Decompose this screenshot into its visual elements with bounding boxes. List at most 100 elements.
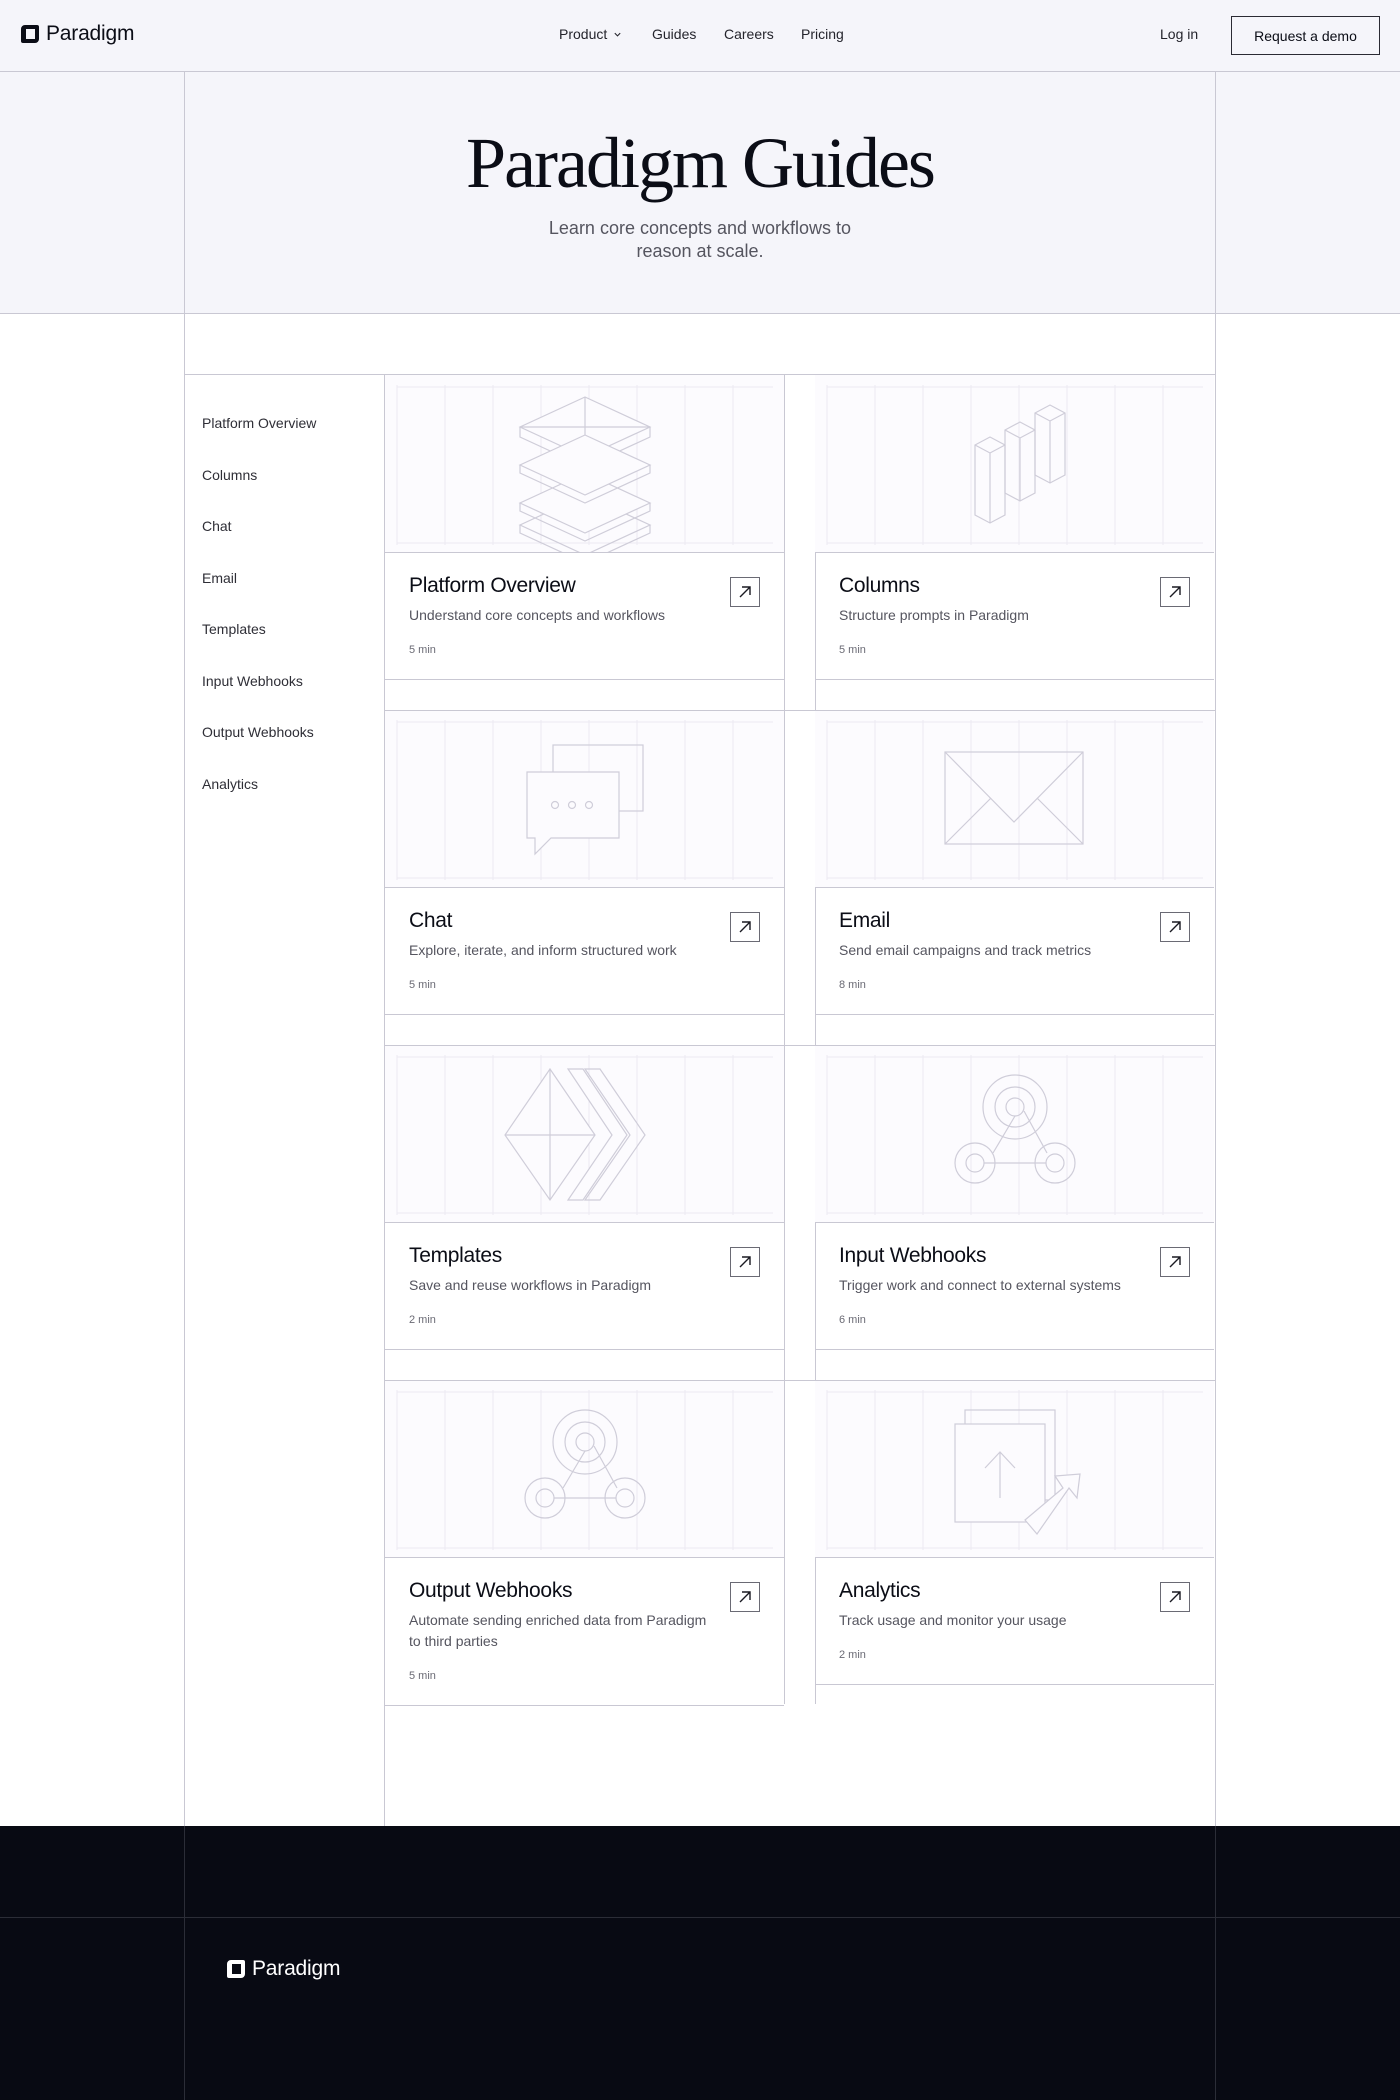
- card-read-time: 6 min: [839, 1314, 866, 1326]
- footer-logo[interactable]: Paradigm: [226, 1957, 340, 1981]
- card-divider: [385, 1557, 784, 1558]
- card-illustration: [385, 1045, 784, 1222]
- sidebar-item-analytics[interactable]: Analytics: [202, 776, 258, 792]
- guide-card[interactable]: Platform Overview Understand core concep…: [385, 375, 784, 680]
- row-spacer-line: [385, 710, 1215, 711]
- card-border-bottom: [815, 1014, 1214, 1015]
- card-description: Save and reuse workflows in Paradigm: [409, 1277, 652, 1293]
- card-illustration: [815, 1380, 1214, 1557]
- arrow-up-right-icon: [1169, 1591, 1181, 1603]
- card-divider: [815, 552, 1214, 553]
- card-divider: [815, 1222, 1214, 1223]
- guide-card[interactable]: Chat Explore, iterate, and inform struct…: [385, 710, 784, 1015]
- sidebar-item-output-webhooks[interactable]: Output Webhooks: [202, 724, 314, 740]
- open-guide-button[interactable]: [1160, 577, 1190, 607]
- sidebar-item-input-webhooks[interactable]: Input Webhooks: [202, 673, 303, 689]
- frame-line-right: [1215, 72, 1216, 1826]
- nav-product-menu[interactable]: Product: [559, 26, 622, 42]
- webhook-icon: [396, 1390, 773, 1550]
- card-title: Input Webhooks: [839, 1244, 987, 1267]
- card-description: Understand core concepts and workflows: [409, 607, 666, 623]
- card-divider: [385, 1222, 784, 1223]
- page-title: Paradigm Guides: [466, 123, 936, 203]
- open-guide-button[interactable]: [730, 912, 760, 942]
- card-illustration: [385, 375, 784, 552]
- guide-card[interactable]: Templates Save and reuse workflows in Pa…: [385, 1045, 784, 1350]
- card-illustration: [385, 710, 784, 887]
- upload-share-icon: [826, 1390, 1203, 1550]
- card-divider: [815, 1557, 1214, 1558]
- card-title: Email: [839, 909, 891, 932]
- card-title: Platform Overview: [409, 574, 576, 597]
- card-read-time: 2 min: [839, 1649, 866, 1661]
- card-illustration: [815, 710, 1214, 887]
- nav-product-label: Product: [559, 26, 608, 42]
- card-read-time: 5 min: [839, 644, 866, 656]
- login-link[interactable]: Log in: [1160, 26, 1198, 42]
- card-title: Templates: [409, 1244, 503, 1267]
- page-subtitle: Learn core concepts and workflows to rea…: [548, 218, 852, 261]
- card-title: Output Webhooks: [409, 1579, 573, 1602]
- open-guide-button[interactable]: [730, 1247, 760, 1277]
- card-divider: [385, 552, 784, 553]
- sidebar-item-platform-overview[interactable]: Platform Overview: [202, 415, 316, 431]
- hero-section: Paradigm Guides Learn core concepts and …: [0, 72, 1400, 314]
- open-guide-button[interactable]: [1160, 1247, 1190, 1277]
- chevron-down-icon: [614, 32, 621, 37]
- card-description: Structure prompts in Paradigm: [839, 607, 1029, 623]
- webhook-icon: [826, 1055, 1203, 1215]
- card-read-time: 5 min: [409, 644, 436, 656]
- card-border-bottom: [815, 679, 1214, 680]
- card-border-bottom: [385, 1014, 784, 1015]
- paradigm-logo-icon: [21, 25, 39, 43]
- row-spacer-line: [385, 1380, 1215, 1381]
- sidebar-item-templates[interactable]: Templates: [202, 621, 266, 637]
- card-description: Send email campaigns and track metrics: [839, 942, 1092, 958]
- guide-card[interactable]: Output Webhooks Automate sending enriche…: [385, 1380, 784, 1706]
- columns-blocks-icon: [826, 385, 1203, 545]
- open-guide-button[interactable]: [1160, 1582, 1190, 1612]
- footer-divider: [0, 1917, 1400, 1918]
- guide-card[interactable]: Email Send email campaigns and track met…: [815, 710, 1214, 1015]
- template-diamonds-icon: [396, 1055, 773, 1215]
- row-spacer-line: [385, 1045, 1215, 1046]
- footer: [0, 1826, 1400, 2100]
- sidebar-item-email[interactable]: Email: [202, 570, 237, 586]
- footer-line-left: [184, 1826, 185, 2100]
- guide-card[interactable]: Analytics Track usage and monitor your u…: [815, 1380, 1214, 1685]
- frame-line-left: [184, 72, 185, 1826]
- sidebar-item-columns[interactable]: Columns: [202, 467, 257, 483]
- guide-card[interactable]: Columns Structure prompts in Paradigm 5 …: [815, 375, 1214, 680]
- stacked-layers-icon: [396, 385, 773, 552]
- card-border-bottom: [385, 679, 784, 680]
- nav-guides-link[interactable]: Guides: [652, 26, 696, 42]
- arrow-up-right-icon: [1169, 1256, 1181, 1268]
- footer-brand-name: Paradigm: [252, 1957, 341, 1980]
- card-title: Columns: [839, 574, 920, 597]
- card-title: Analytics: [839, 1579, 921, 1602]
- card-read-time: 5 min: [409, 1670, 436, 1682]
- card-description: Explore, iterate, and inform structured …: [409, 942, 677, 958]
- card-description: Automate sending enriched data from Para…: [409, 1612, 707, 1649]
- brand-logo[interactable]: Paradigm: [20, 22, 134, 46]
- card-border-bottom: [385, 1349, 784, 1350]
- card-read-time: 8 min: [839, 979, 866, 991]
- top-navigation-bar: Paradigm Product Guides Careers Pricing …: [0, 0, 1400, 72]
- nav-careers-link[interactable]: Careers: [724, 26, 774, 42]
- sidebar-item-chat[interactable]: Chat: [202, 518, 232, 534]
- open-guide-button[interactable]: [730, 1582, 760, 1612]
- card-divider: [815, 887, 1214, 888]
- guide-card[interactable]: Input Webhooks Trigger work and connect …: [815, 1045, 1214, 1350]
- card-read-time: 2 min: [409, 1314, 436, 1326]
- brand-name: Paradigm: [46, 22, 135, 45]
- open-guide-button[interactable]: [730, 577, 760, 607]
- card-divider: [385, 887, 784, 888]
- nav-pricing-link[interactable]: Pricing: [801, 26, 844, 42]
- footer-line-right: [1215, 1826, 1216, 2100]
- request-demo-button[interactable]: Request a demo: [1231, 16, 1380, 55]
- card-illustration: [815, 1045, 1214, 1222]
- card-read-time: 5 min: [409, 979, 436, 991]
- envelope-icon: [826, 720, 1203, 880]
- card-border-bottom: [815, 1349, 1214, 1350]
- open-guide-button[interactable]: [1160, 912, 1190, 942]
